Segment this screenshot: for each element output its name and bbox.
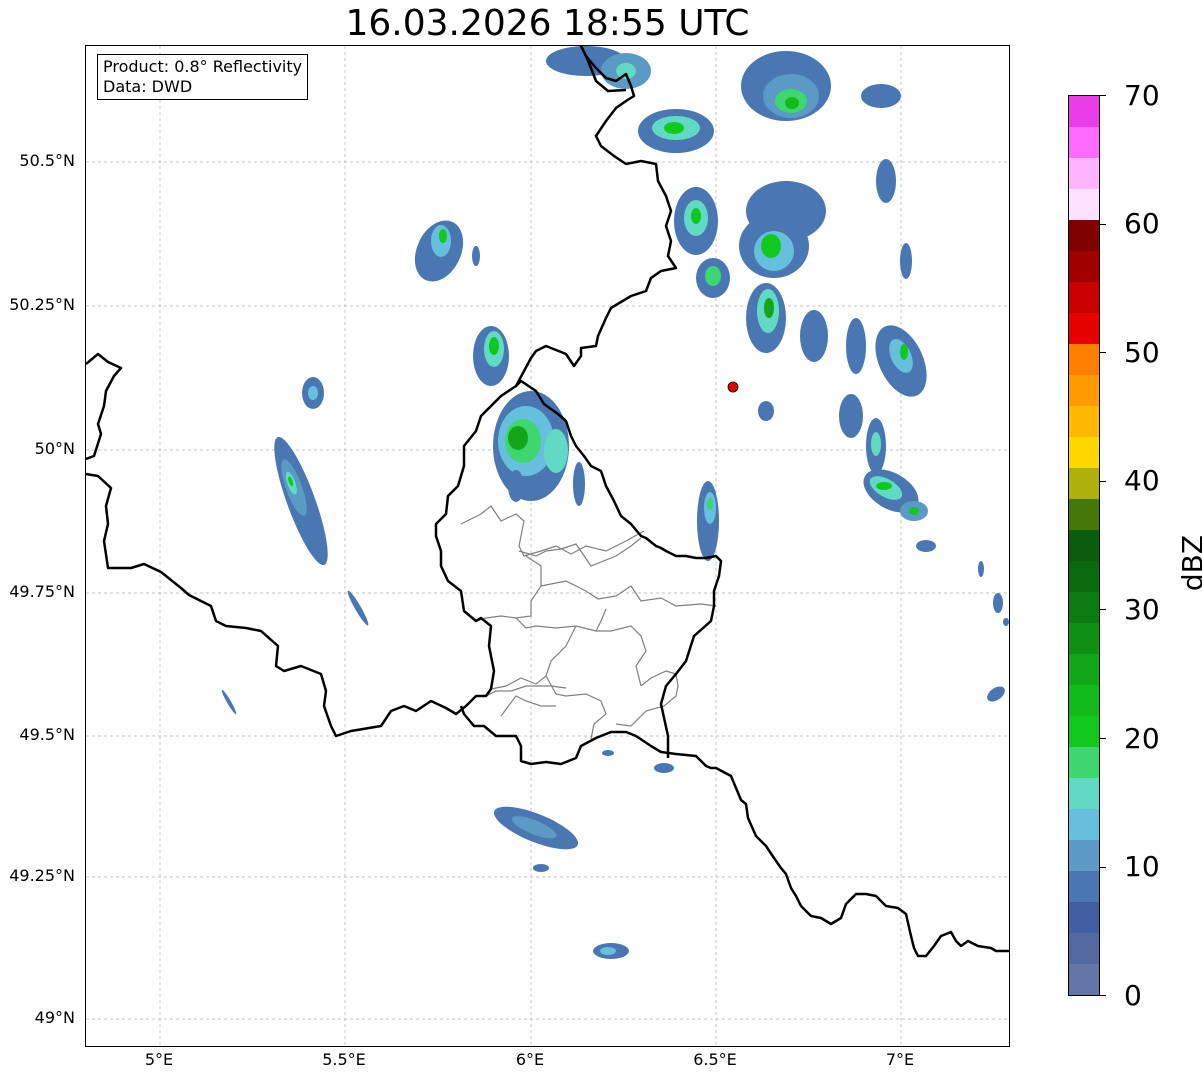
echo-cell-small-w3 (221, 689, 237, 715)
colorbar-tick (1100, 352, 1106, 353)
lat-tick-label: 49°N (34, 1008, 75, 1027)
echo-cell-west (274, 436, 328, 566)
colorbar-tick-label: 40 (1124, 464, 1160, 497)
graticule (86, 46, 1009, 1046)
echo-cell-east-border (697, 481, 719, 561)
lat-tick-label: 50°N (34, 439, 75, 458)
colorbar-segment (1069, 933, 1099, 964)
echo-cell-south-3-core (600, 947, 616, 955)
radar-site-marker[interactable] (727, 381, 739, 393)
lat-tick-label: 50.25°N (9, 295, 75, 314)
echo-cell-top-band (546, 46, 901, 153)
colorbar-segment (1069, 871, 1099, 902)
echo-cell-small-w2 (347, 590, 369, 626)
echo-cell-south-1 (493, 806, 579, 850)
colorbar-tick (1100, 95, 1106, 96)
lon-tick-label: 5°E (144, 1050, 174, 1069)
lon-tick-label: 5.5°E (322, 1050, 366, 1069)
product-label: Product: 0.8° Reflectivity (103, 57, 303, 76)
lat-tick-label: 50.5°N (19, 151, 75, 170)
colorbar-tick (1100, 609, 1106, 610)
lon-tick-label: 7°E (885, 1050, 915, 1069)
colorbar-segment (1069, 499, 1099, 530)
lat-tick-label: 49.5°N (19, 725, 75, 744)
echo-cell-north-central (414, 220, 480, 282)
colorbar-segment (1069, 282, 1099, 313)
echo-cell-cluster-north-lux (473, 326, 585, 506)
lat-tick-label: 49.25°N (9, 866, 75, 885)
colorbar-tick-label: 0 (1124, 979, 1142, 1012)
colorbar-segment (1069, 158, 1099, 189)
colorbar-segment (1069, 778, 1099, 809)
colorbar-segment (1069, 127, 1099, 158)
colorbar-tick-label: 30 (1124, 593, 1160, 626)
colorbar-segment (1069, 902, 1099, 933)
radar-map[interactable] (85, 45, 1010, 1047)
colorbar-segment (1069, 685, 1099, 716)
lat-tick-label: 49.75°N (9, 582, 75, 601)
echo-cell-south-4 (654, 763, 674, 773)
colorbar-segment (1069, 468, 1099, 499)
colorbar-segment (1069, 809, 1099, 840)
colorbar-segment (1069, 437, 1099, 468)
echo-cell-south-2 (533, 864, 549, 872)
colorbar-tick (1100, 867, 1106, 868)
map-title: 16.03.2026 18:55 UTC (345, 3, 750, 44)
colorbar-tick-label: 60 (1124, 207, 1160, 240)
colorbar-tick-label: 50 (1124, 336, 1160, 369)
colorbar-segment (1069, 654, 1099, 685)
colorbar-tick-label: 20 (1124, 722, 1160, 755)
colorbar-tick (1100, 481, 1106, 482)
colorbar-segment (1069, 747, 1099, 778)
colorbar-tick (1100, 995, 1106, 996)
colorbar (1068, 95, 1100, 996)
data-source-label: Data: DWD (103, 77, 193, 96)
lon-tick-label: 6°E (515, 1050, 545, 1069)
echo-cell-south-5 (602, 750, 614, 756)
colorbar-segment (1069, 623, 1099, 654)
echo-cell-far-east-2 (978, 561, 984, 577)
colorbar-tick (1100, 738, 1106, 739)
lon-tick-label: 6.5°E (693, 1050, 737, 1069)
colorbar-segment (1069, 530, 1099, 561)
colorbar-segment (1069, 220, 1099, 251)
colorbar-tick-label: 70 (1124, 79, 1160, 112)
echo-cell-far-east-3 (987, 686, 1005, 702)
colorbar-segment (1069, 313, 1099, 344)
radar-map-canvas (86, 46, 1009, 1046)
colorbar-segment (1069, 964, 1099, 995)
colorbar-segment (1069, 344, 1099, 375)
colorbar-segment (1069, 561, 1099, 592)
colorbar-tick (1100, 224, 1106, 225)
colorbar-segment (1069, 189, 1099, 220)
colorbar-segment (1069, 716, 1099, 747)
admin-borders (460, 505, 717, 740)
echo-cell-far-east-4 (1003, 618, 1009, 626)
colorbar-segment (1069, 840, 1099, 871)
echo-cell-small-w1-core (308, 386, 318, 400)
colorbar-tick-label: 10 (1124, 850, 1160, 883)
colorbar-segment (1069, 592, 1099, 623)
colorbar-segment (1069, 375, 1099, 406)
product-info-box: Product: 0.8° Reflectivity Data: DWD (97, 54, 309, 100)
colorbar-unit-label: dBZ (1176, 534, 1202, 592)
colorbar-segment (1069, 406, 1099, 437)
colorbar-segment (1069, 96, 1099, 127)
colorbar-segment (1069, 251, 1099, 282)
echo-cell-far-east-1 (993, 593, 1003, 613)
